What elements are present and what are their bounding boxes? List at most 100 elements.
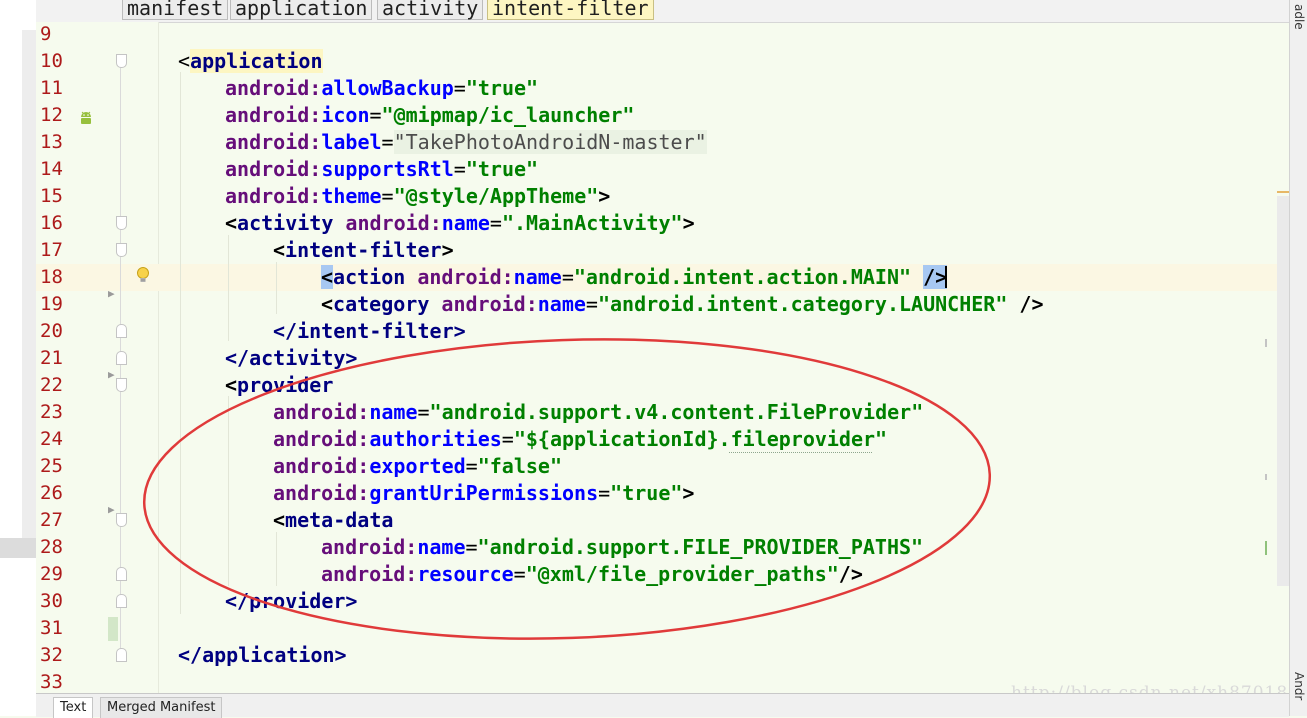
tag-close: /> xyxy=(1019,292,1044,316)
attr-value: "@style/AppTheme" xyxy=(393,184,599,208)
code-line[interactable]: 20 </intent-filter> xyxy=(36,318,1289,345)
code-text: android:label="TakePhotoAndroidN-master" xyxy=(225,130,707,154)
tab-text[interactable]: Text xyxy=(53,697,94,718)
editor-bottom-tabs: Text Merged Manifest xyxy=(36,693,1289,718)
fold-marker-icon[interactable] xyxy=(116,378,127,392)
tab-merged-manifest[interactable]: Merged Manifest xyxy=(100,697,223,718)
code-line[interactable]: 31 xyxy=(36,615,1289,642)
tag-name: application xyxy=(190,49,323,73)
attr-value: "true" xyxy=(465,157,539,181)
code-text: </intent-filter> xyxy=(273,319,466,343)
tag-close: > xyxy=(441,238,454,262)
line-number: 26 xyxy=(40,482,63,504)
tag-name: meta-data xyxy=(285,508,394,532)
fold-marker-icon[interactable] xyxy=(116,648,127,662)
breadcrumb-manifest[interactable]: manifest xyxy=(122,0,229,20)
code-line[interactable]: 25 android:exported="false" xyxy=(36,453,1289,480)
line-number: 9 xyxy=(40,23,52,45)
attr-namespace: android: xyxy=(225,130,322,154)
code-line[interactable]: 19 <category android:name="android.inten… xyxy=(36,291,1289,318)
gradle-panel-label[interactable]: adle xyxy=(1292,4,1306,30)
attr-name: theme xyxy=(321,184,382,208)
scroll-tick xyxy=(1265,474,1267,480)
code-line[interactable]: 29 android:resource="@xml/file_provider_… xyxy=(36,561,1289,588)
tag-close: > xyxy=(682,481,695,505)
breadcrumb-intent-filter[interactable]: intent-filter xyxy=(487,0,654,20)
code-line[interactable]: 28 android:name="android.support.FILE_PR… xyxy=(36,534,1289,561)
tag-name: category xyxy=(333,292,430,316)
line-number: 27 xyxy=(40,509,63,531)
fold-marker-icon[interactable] xyxy=(116,567,127,581)
code-text: <intent-filter> xyxy=(273,238,454,262)
code-editor[interactable]: manifest application activity intent-fil… xyxy=(36,0,1289,693)
code-line[interactable]: 24 android:authorities="${applicationId}… xyxy=(36,426,1289,453)
attr-namespace: android: xyxy=(225,103,322,127)
line-number: 32 xyxy=(40,644,63,666)
tag-close: > xyxy=(598,184,611,208)
attr-value: "@xml/file_provider_paths" xyxy=(525,562,839,586)
fold-marker-icon[interactable] xyxy=(116,54,127,68)
left-edge-strip xyxy=(0,0,36,716)
code-line[interactable]: 21 </activity> xyxy=(36,345,1289,372)
code-line[interactable]: 11 android:allowBackup="true" xyxy=(36,75,1289,102)
attr-value: "TakePhotoAndroidN-master" xyxy=(393,130,707,154)
code-line[interactable]: 15 android:theme="@style/AppTheme"> xyxy=(36,183,1289,210)
attr-namespace: android: xyxy=(225,184,322,208)
breadcrumb: manifest application activity intent-fil… xyxy=(36,0,1289,23)
attr-name: name xyxy=(537,292,586,316)
attr-namespace: android: xyxy=(441,292,538,316)
attr-name: icon xyxy=(321,103,370,127)
breadcrumb-activity[interactable]: activity xyxy=(377,0,484,20)
line-number: 21 xyxy=(40,347,63,369)
attr-namespace: android: xyxy=(273,427,370,451)
line-number: 25 xyxy=(40,455,63,477)
code-line[interactable]: 22 <provider xyxy=(36,372,1289,399)
attr-namespace: android: xyxy=(273,481,370,505)
code-line[interactable]: 27 <meta-data xyxy=(36,507,1289,534)
attr-name: allowBackup xyxy=(321,76,454,100)
attr-namespace: android: xyxy=(225,76,322,100)
indent-guide xyxy=(180,72,181,614)
code-line[interactable]: 9 xyxy=(36,21,1289,48)
code-line[interactable]: 16 <activity android:name=".MainActivity… xyxy=(36,210,1289,237)
code-line[interactable]: 23 android:name="android.support.v4.cont… xyxy=(36,399,1289,426)
code-text: android:exported="false" xyxy=(273,454,562,478)
line-number: 22 xyxy=(40,374,63,396)
breadcrumb-application[interactable]: application xyxy=(230,0,373,20)
line-number: 28 xyxy=(40,536,63,558)
attr-value: "true" xyxy=(610,481,683,505)
indent-guide xyxy=(228,396,229,586)
scroll-thumb[interactable] xyxy=(1277,196,1289,586)
attr-value: "true" xyxy=(465,76,539,100)
fold-marker-icon[interactable] xyxy=(116,243,127,257)
lightbulb-icon[interactable] xyxy=(135,266,151,284)
code-line[interactable]: 30 </provider> xyxy=(36,588,1289,615)
android-panel-label[interactable]: Andr xyxy=(1292,672,1306,700)
code-text: android:grantUriPermissions="true"> xyxy=(273,481,695,505)
fold-marker-icon[interactable] xyxy=(116,594,127,608)
fold-marker-icon[interactable] xyxy=(116,513,127,527)
attr-value: "android.support.v4.content.FileProvider… xyxy=(429,400,924,424)
code-line[interactable]: 32 </application> xyxy=(36,642,1289,669)
android-icon[interactable] xyxy=(78,110,94,126)
code-line-current[interactable]: 18 <action android:name="android.intent.… xyxy=(36,264,1289,291)
collapsed-arrow-icon: ▶ xyxy=(108,503,115,516)
left-edge-shade xyxy=(22,30,36,540)
attr-name: supportsRtl xyxy=(321,157,454,181)
attr-value: ".MainActivity" xyxy=(501,211,683,235)
code-line[interactable]: 26 android:grantUriPermissions="true"> xyxy=(36,480,1289,507)
code-line[interactable]: 17 <intent-filter> xyxy=(36,237,1289,264)
code-text: android:theme="@style/AppTheme"> xyxy=(225,184,611,208)
tag-name: intent-filter xyxy=(285,238,442,262)
code-text: </activity> xyxy=(225,346,358,370)
code-line[interactable]: 10 <application xyxy=(36,48,1289,75)
code-line[interactable]: 12 android:icon="@mipmap/ic_launcher" xyxy=(36,102,1289,129)
fold-marker-icon[interactable] xyxy=(116,216,127,230)
code-line[interactable]: 14 android:supportsRtl="true" xyxy=(36,156,1289,183)
fold-marker-icon[interactable] xyxy=(116,324,127,338)
code-text: android:icon="@mipmap/ic_launcher" xyxy=(225,103,635,127)
fold-marker-icon[interactable] xyxy=(116,351,127,365)
code-line[interactable]: 13 android:label="TakePhotoAndroidN-mast… xyxy=(36,129,1289,156)
code-text: <action android:name="android.intent.act… xyxy=(321,265,948,289)
scroll-tick xyxy=(1265,541,1267,555)
